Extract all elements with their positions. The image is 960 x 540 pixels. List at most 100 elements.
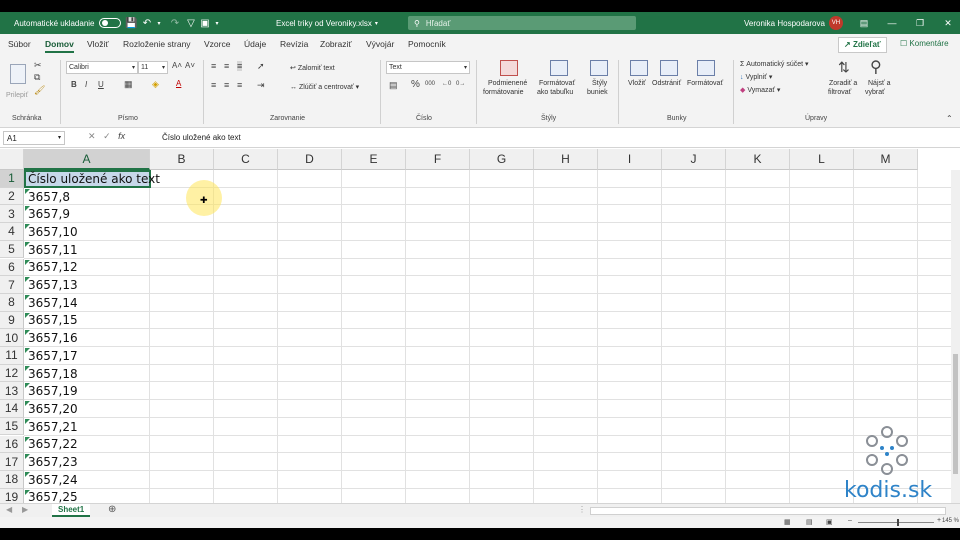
- orientation-icon[interactable]: ➚: [257, 61, 265, 72]
- copy-icon[interactable]: ⧉: [34, 72, 40, 83]
- cut-icon[interactable]: ✂: [34, 60, 42, 71]
- close-icon[interactable]: ✕: [934, 18, 960, 29]
- undo-icon[interactable]: ↶: [141, 18, 153, 29]
- clear-button[interactable]: ◆ Vymazať ▾: [740, 86, 780, 94]
- zoom-in-icon[interactable]: +: [937, 517, 941, 524]
- fill-color-icon[interactable]: ◈: [152, 79, 159, 90]
- row-header-12[interactable]: 12: [0, 364, 24, 383]
- row-header-11[interactable]: 11: [0, 347, 24, 365]
- save-icon[interactable]: 💾: [125, 18, 137, 29]
- tab-vzorce[interactable]: Vzorce: [204, 39, 230, 49]
- error-indicator-icon[interactable]: [25, 294, 30, 300]
- name-box[interactable]: A1 ▾: [3, 131, 65, 145]
- zoom-level[interactable]: 145 %: [942, 518, 959, 524]
- cell-a18[interactable]: 3657,24: [26, 471, 78, 489]
- row-header-14[interactable]: 14: [0, 400, 24, 418]
- format-as-table-label[interactable]: Formátovať: [539, 80, 575, 87]
- format-as-table-label-2[interactable]: ako tabuľku: [537, 89, 573, 96]
- select-all-corner[interactable]: [0, 149, 24, 170]
- prev-sheet-icon[interactable]: ◀: [6, 505, 12, 514]
- sheet-tab-sheet1[interactable]: Sheet1: [52, 504, 91, 517]
- file-menu-chevron-icon[interactable]: ▾: [375, 20, 378, 27]
- error-indicator-icon[interactable]: [25, 401, 30, 407]
- increase-decimal-icon[interactable]: ←0: [442, 81, 451, 87]
- conditional-formatting-label[interactable]: Podmienené: [488, 80, 527, 87]
- column-header-h[interactable]: H: [534, 149, 598, 170]
- sort-filter-label-2[interactable]: filtrovať: [828, 89, 851, 96]
- column-header-m[interactable]: M: [854, 149, 918, 170]
- formula-input[interactable]: Číslo uložené ako text: [162, 133, 241, 142]
- decrease-decimal-icon[interactable]: 0→: [456, 81, 465, 87]
- restore-icon[interactable]: ❐: [906, 18, 934, 29]
- customize-toolbar-icon[interactable]: ▾: [211, 20, 223, 27]
- find-select-label-2[interactable]: vybrať: [865, 89, 885, 96]
- error-indicator-icon[interactable]: [25, 383, 30, 389]
- cell-a3[interactable]: 3657,9: [26, 205, 70, 223]
- row-header-19[interactable]: 19: [0, 488, 24, 503]
- cell-styles-label-2[interactable]: buniek: [587, 89, 608, 96]
- page-break-icon[interactable]: ▣: [826, 518, 833, 526]
- cell-a11[interactable]: 3657,17: [26, 347, 78, 365]
- row-header-6[interactable]: 6: [0, 258, 24, 277]
- comma-style-icon[interactable]: 000: [425, 81, 435, 87]
- row-header-18[interactable]: 18: [0, 470, 24, 489]
- wrap-text-button[interactable]: ↩ Zalomiť text: [290, 64, 335, 72]
- error-indicator-icon[interactable]: [25, 206, 30, 212]
- italic-icon[interactable]: I: [85, 80, 87, 89]
- next-sheet-icon[interactable]: ▶: [22, 505, 28, 514]
- tab-domov[interactable]: Domov: [45, 39, 74, 53]
- shrink-font-icon[interactable]: A˅: [185, 61, 195, 70]
- format-painter-icon[interactable]: 🖌: [34, 85, 45, 96]
- zoom-slider-thumb[interactable]: [897, 519, 899, 526]
- cell-a13[interactable]: 3657,19: [26, 382, 78, 400]
- form-icon[interactable]: ▣: [199, 18, 211, 29]
- row-header-16[interactable]: 16: [0, 435, 24, 454]
- tab-udaje[interactable]: Údaje: [244, 39, 266, 49]
- zoom-slider[interactable]: [858, 522, 934, 523]
- error-indicator-icon[interactable]: [25, 188, 30, 194]
- accounting-format-icon[interactable]: ▤: [389, 80, 398, 91]
- filter-icon[interactable]: ▽: [185, 18, 197, 29]
- column-header-c[interactable]: C: [214, 149, 278, 170]
- tab-pomocnik[interactable]: Pomocník: [408, 39, 446, 49]
- minimize-icon[interactable]: —: [878, 18, 906, 28]
- vertical-scroll-thumb[interactable]: [953, 354, 958, 474]
- column-header-l[interactable]: L: [790, 149, 854, 170]
- underline-icon[interactable]: U: [98, 80, 104, 89]
- ribbon-display-icon[interactable]: ▤: [850, 18, 878, 29]
- borders-icon[interactable]: ▦: [124, 79, 133, 90]
- sheet-options-icon[interactable]: ⋮: [578, 505, 586, 514]
- error-indicator-icon[interactable]: [25, 330, 30, 336]
- font-color-icon[interactable]: A: [176, 79, 181, 88]
- cell-a19[interactable]: 3657,25: [26, 489, 78, 503]
- cell-a17[interactable]: 3657,23: [26, 453, 78, 471]
- row-header-13[interactable]: 13: [0, 382, 24, 401]
- error-indicator-icon[interactable]: [25, 365, 30, 371]
- normal-view-icon[interactable]: ▦: [784, 518, 791, 526]
- font-size-select[interactable]: 11 ▾: [138, 61, 168, 74]
- insert-cells-button[interactable]: Vložiť: [628, 80, 646, 87]
- tab-revizia[interactable]: Revízia: [280, 39, 308, 49]
- row-header-1[interactable]: 1: [0, 170, 24, 188]
- percent-icon[interactable]: %: [411, 79, 420, 90]
- row-header-3[interactable]: 3: [0, 205, 24, 224]
- conditional-formatting-label-2[interactable]: formátovanie: [483, 89, 523, 96]
- tab-vlozit[interactable]: Vložiť: [87, 39, 109, 49]
- row-header-17[interactable]: 17: [0, 453, 24, 471]
- comments-button[interactable]: ☐ Komentáre: [896, 37, 953, 53]
- row-header-4[interactable]: 4: [0, 223, 24, 241]
- error-indicator-icon[interactable]: [25, 224, 30, 230]
- column-header-j[interactable]: J: [662, 149, 726, 170]
- paste-icon[interactable]: [10, 64, 26, 84]
- find-select-label[interactable]: Nájsť a: [868, 80, 890, 87]
- align-right-icon[interactable]: ≡: [237, 80, 242, 90]
- row-header-8[interactable]: 8: [0, 293, 24, 312]
- cell-a2[interactable]: 3657,8: [26, 188, 70, 206]
- redo-icon[interactable]: ↷: [169, 18, 181, 29]
- column-header-g[interactable]: G: [470, 149, 534, 170]
- tab-subor[interactable]: Súbor: [8, 39, 31, 49]
- align-top-icon[interactable]: ≡: [211, 61, 216, 71]
- format-cells-button[interactable]: Formátovať: [687, 80, 723, 87]
- column-header-e[interactable]: E: [342, 149, 406, 170]
- number-format-select[interactable]: Text ▾: [386, 61, 470, 74]
